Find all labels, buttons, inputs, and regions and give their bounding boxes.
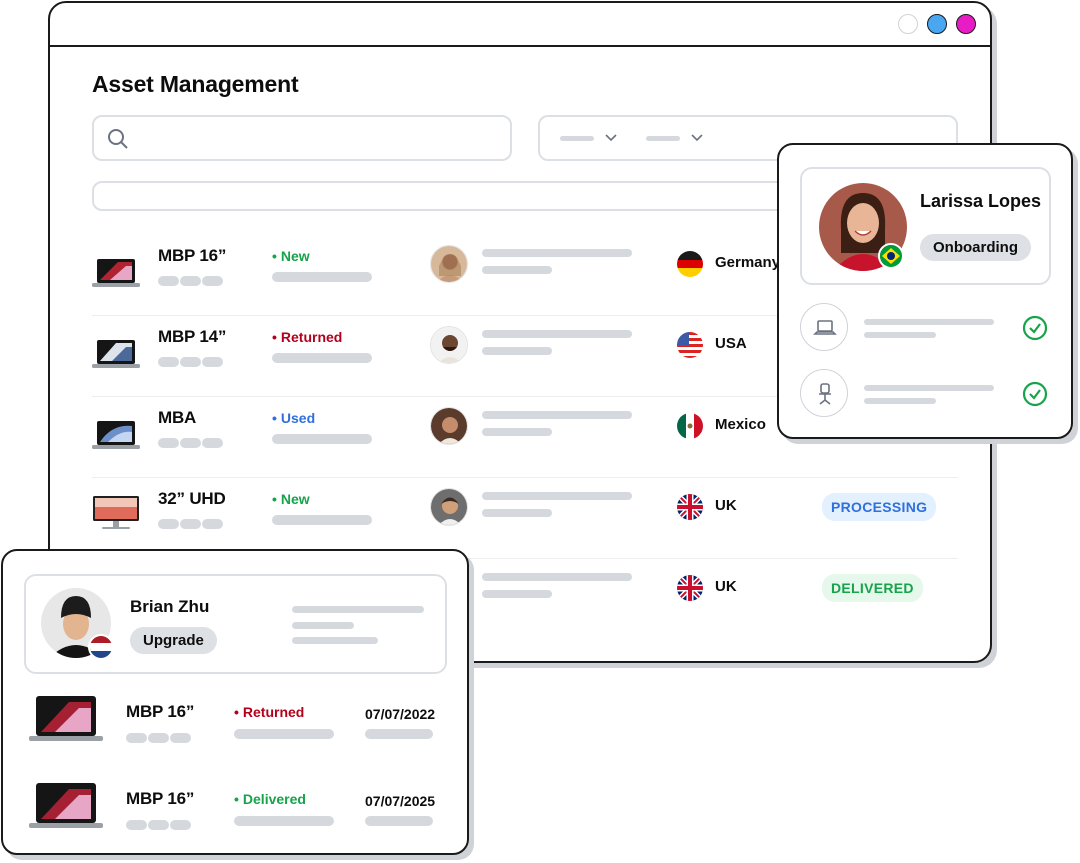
- window-control-close[interactable]: [898, 14, 918, 34]
- asset-pills: [158, 435, 224, 453]
- onboarding-tag[interactable]: Onboarding: [920, 234, 1031, 261]
- laptop-icon: [29, 783, 103, 828]
- table-row[interactable]: 32” UHD New UK PROCESSING: [92, 479, 958, 559]
- germany-flag-icon: [677, 251, 703, 277]
- status-placeholder: [272, 515, 372, 525]
- country-label: Germany: [715, 254, 781, 271]
- asset-pills: [158, 273, 224, 291]
- device-name: MBP 16”: [126, 702, 195, 721]
- laptop-icon: [29, 696, 103, 741]
- window-control-maximize[interactable]: [956, 14, 976, 34]
- status-placeholder: [272, 353, 372, 363]
- status-label: New: [272, 491, 310, 507]
- device-row[interactable]: MBP 16” Delivered 07/07/2025: [29, 781, 449, 841]
- device-pills: [126, 730, 192, 748]
- checklist-item-laptop[interactable]: [800, 303, 1051, 353]
- avatar: [430, 326, 468, 364]
- check-circle-icon: [1022, 315, 1048, 341]
- asset-name: MBA: [158, 408, 197, 427]
- device-date: 07/07/2025: [365, 793, 436, 809]
- chevron-down-icon: [605, 134, 617, 142]
- country-label: UK: [715, 497, 737, 514]
- status-label: New: [272, 248, 310, 264]
- checklist-item-chair[interactable]: [800, 369, 1051, 419]
- device-pills: [126, 817, 192, 835]
- status-placeholder: [234, 816, 334, 826]
- avatar: [430, 245, 468, 283]
- device-name: MBP 16”: [126, 789, 195, 808]
- mexico-flag-icon: [677, 413, 703, 439]
- status-badge: DELIVERED: [822, 574, 923, 602]
- device-row[interactable]: MBP 16” Returned 07/07/2022: [29, 694, 449, 754]
- laptop-icon: [92, 340, 140, 368]
- window-control-minimize[interactable]: [927, 14, 947, 34]
- brazil-flag-icon: [878, 243, 904, 269]
- search-input[interactable]: [92, 115, 512, 161]
- netherlands-flag-icon: [88, 634, 114, 660]
- asset-pills: [158, 516, 224, 534]
- asset-pills: [158, 354, 224, 372]
- check-circle-icon: [1022, 381, 1048, 407]
- window-titlebar: [50, 3, 990, 47]
- uk-flag-icon: [677, 575, 703, 601]
- monitor-icon: [93, 496, 139, 529]
- usa-flag-icon: [677, 332, 703, 358]
- status-placeholder: [272, 272, 372, 282]
- country-label: USA: [715, 335, 747, 352]
- asset-name: MBP 16”: [158, 246, 227, 265]
- status-label: Delivered: [234, 791, 306, 807]
- laptop-icon: [92, 259, 140, 287]
- profile-name: Larissa Lopes: [920, 191, 1042, 211]
- page-title: Asset Management: [92, 71, 299, 97]
- asset-name: 32” UHD: [158, 489, 226, 508]
- country-label: Mexico: [715, 416, 766, 433]
- status-placeholder: [234, 729, 334, 739]
- status-label: Returned: [234, 704, 304, 720]
- user-card[interactable]: Brian Zhu Upgrade MBP 16” Returned 07/07…: [1, 549, 469, 855]
- profile-header: Larissa Lopes Onboarding: [800, 167, 1051, 285]
- country-label: UK: [715, 578, 737, 595]
- laptop-icon: [92, 421, 140, 449]
- avatar: [430, 407, 468, 445]
- profile-card[interactable]: Larissa Lopes Onboarding: [777, 143, 1073, 439]
- filter-dropdown-2[interactable]: [646, 131, 706, 145]
- status-placeholder: [272, 434, 372, 444]
- filter-dropdown-1[interactable]: [560, 131, 620, 145]
- upgrade-tag[interactable]: Upgrade: [130, 627, 217, 654]
- device-date: 07/07/2022: [365, 706, 436, 722]
- status-label: Used: [272, 410, 315, 426]
- office-chair-icon: [819, 383, 831, 405]
- status-badge: PROCESSING: [822, 493, 937, 521]
- asset-name: MBP 14”: [158, 327, 227, 346]
- laptop-icon: [813, 320, 837, 335]
- chevron-down-icon: [691, 134, 703, 142]
- status-label: Returned: [272, 329, 342, 345]
- user-name: Brian Zhu: [130, 597, 210, 616]
- avatar: [430, 488, 468, 526]
- search-icon: [108, 129, 128, 149]
- user-header: Brian Zhu Upgrade: [24, 574, 447, 674]
- uk-flag-icon: [677, 494, 703, 520]
